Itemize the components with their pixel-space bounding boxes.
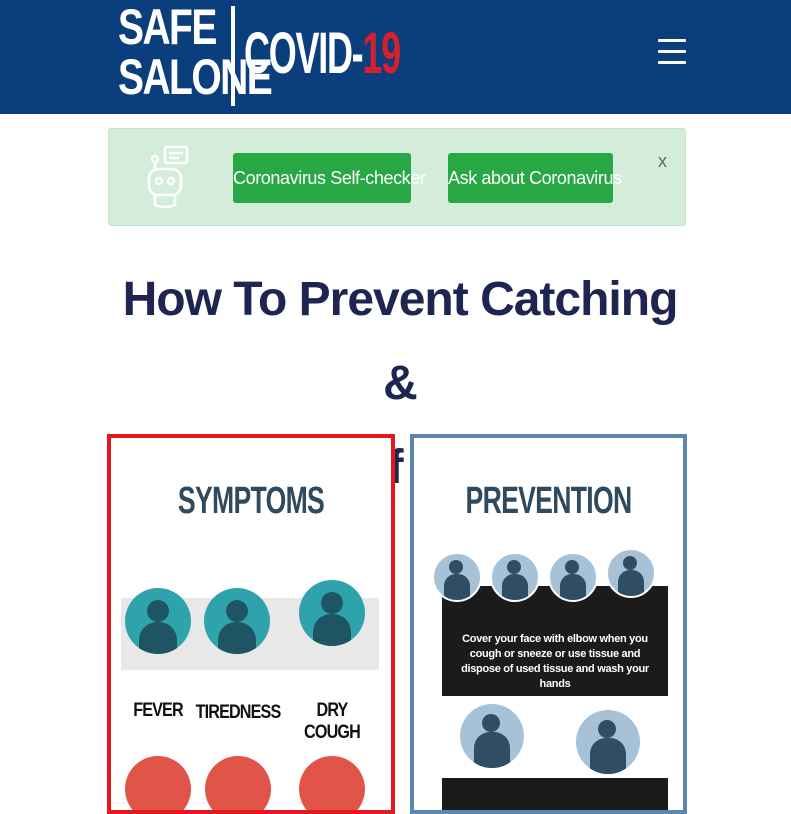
dry-cough-icon	[299, 580, 365, 646]
symptom-icon-partial	[205, 756, 271, 810]
hamburger-menu-icon[interactable]	[658, 39, 688, 69]
symptom-label-dry-cough: DRY COUGH	[304, 700, 361, 743]
prevention-band-2	[442, 778, 668, 810]
prevention-infographic[interactable]: PREVENTION Cover your face with elbow wh…	[410, 434, 687, 814]
prevention-title: PREVENTION	[465, 480, 633, 522]
logo-line-safe: SAFE	[118, 0, 217, 55]
symptoms-title: SYMPTOMS	[177, 480, 325, 522]
distancing-icon	[460, 704, 524, 768]
dispose-tissue-icon	[548, 552, 598, 602]
logo-19-text: 19	[362, 21, 401, 86]
logo-line-salone: SALONE	[118, 49, 273, 105]
logo-divider	[231, 6, 235, 106]
site-header: SAFE SALONE COVID-19	[0, 0, 791, 114]
menu-bar	[658, 39, 686, 42]
tiredness-icon	[204, 588, 270, 654]
symptoms-infographic[interactable]: SYMPTOMS FEVER TIREDNESS DRY COUGH	[107, 434, 395, 814]
assistant-banner: Coronavirus Self-checker Ask about Coron…	[108, 128, 686, 226]
logo-covid19: COVID-19	[244, 21, 401, 86]
site-logo[interactable]: SAFE SALONE	[118, 0, 273, 105]
menu-bar	[658, 50, 686, 53]
chatbot-icon	[147, 145, 189, 209]
elbow-cough-icon	[432, 552, 482, 602]
page-title-line1: How To Prevent Catching &	[122, 273, 679, 410]
tissue-icon	[490, 552, 540, 602]
logo-covid-text: COVID-	[244, 21, 364, 86]
symptom-icon-partial	[125, 756, 191, 810]
self-checker-button[interactable]: Coronavirus Self-checker	[233, 153, 426, 203]
prevention-caption: Cover your face with elbow when you coug…	[461, 633, 649, 690]
symptom-icon-partial	[299, 756, 365, 810]
faucet-icon	[576, 710, 640, 774]
fever-icon	[125, 588, 191, 654]
symptom-label-fever: FEVER	[133, 700, 183, 721]
close-icon[interactable]: x	[658, 151, 667, 172]
menu-bar	[658, 61, 686, 64]
ask-coronavirus-button[interactable]: Ask about Coronavirus	[448, 153, 622, 203]
symptom-label-tiredness: TIREDNESS	[195, 702, 282, 723]
wash-hands-icon	[606, 548, 656, 598]
